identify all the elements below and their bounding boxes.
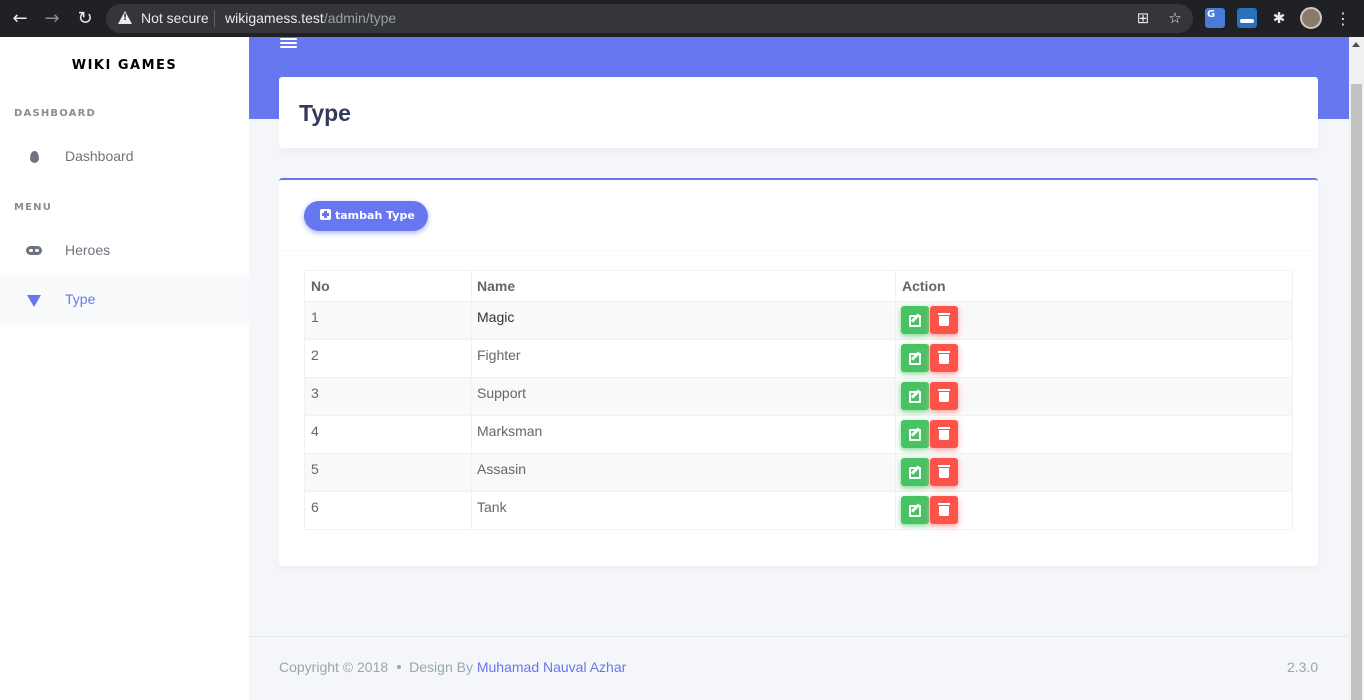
menu-header-menu: MENU: [14, 202, 53, 213]
cell-no: 1: [304, 301, 472, 340]
url-text[interactable]: wikigamess.test/admin/type: [225, 10, 396, 26]
table-row: 6 Tank: [304, 491, 1293, 530]
page-scrollbar[interactable]: [1349, 37, 1364, 700]
plus-square-icon: [320, 209, 331, 220]
cell-name: Tank: [471, 491, 896, 530]
edit-icon[interactable]: [901, 420, 929, 448]
cell-action: [895, 339, 1293, 378]
forward-icon[interactable]: →: [41, 8, 63, 30]
column-header-name: Name: [471, 270, 896, 302]
cell-action: [895, 415, 1293, 454]
url-path: /admin/type: [323, 10, 397, 26]
trash-icon[interactable]: [930, 496, 958, 524]
card-header: tambah Type: [279, 180, 1318, 251]
sidebar-item-label: Heroes: [65, 242, 111, 258]
trash-icon[interactable]: [930, 382, 958, 410]
brand-logo[interactable]: WIKI GAMES: [0, 58, 249, 73]
edit-icon[interactable]: [901, 344, 929, 372]
type-table: No Name Action 1 Magic 2 Fighter 3 Suppo…: [304, 270, 1293, 530]
url-host: wikigamess.test: [225, 10, 324, 26]
footer-version: 2.3.0: [1287, 659, 1319, 675]
edit-icon[interactable]: [901, 458, 929, 486]
table-row: 5 Assasin: [304, 453, 1293, 492]
table-row: 4 Marksman: [304, 415, 1293, 454]
edit-icon[interactable]: [901, 382, 929, 410]
footer-author-link[interactable]: Muhamad Nauval Azhar: [477, 659, 626, 675]
menu-header-dashboard: DASHBOARD: [14, 108, 97, 119]
trash-icon[interactable]: [930, 420, 958, 448]
edit-icon[interactable]: [901, 306, 929, 334]
browser-toolbar: ← → ↻ Not secure wikigamess.test/admin/t…: [0, 0, 1364, 37]
cell-action: [895, 453, 1293, 492]
page-title: Type: [299, 100, 351, 126]
cell-name: Fighter: [471, 339, 896, 378]
vuejs-icon: [27, 295, 41, 307]
table-row: 2 Fighter: [304, 339, 1293, 378]
sidebar-item-label: Type: [65, 291, 96, 307]
cell-name: Assasin: [471, 453, 896, 492]
cell-no: 4: [304, 415, 472, 454]
footer-divider: [249, 636, 1349, 637]
extensions-puzzle-icon[interactable]: ✱: [1269, 8, 1289, 28]
column-header-action: Action: [895, 270, 1293, 302]
cell-no: 5: [304, 453, 472, 492]
cell-no: 3: [304, 377, 472, 416]
add-type-button[interactable]: tambah Type: [304, 201, 428, 231]
table-row: 3 Support: [304, 377, 1293, 416]
footer-design-by: Design By: [409, 659, 473, 675]
section-header: Type: [279, 77, 1318, 148]
bullet-separator: [397, 664, 402, 669]
edit-icon[interactable]: [901, 496, 929, 524]
hamburger-menu-icon[interactable]: [280, 38, 297, 48]
translate-page-icon[interactable]: ⊞: [1134, 9, 1152, 27]
address-bar[interactable]: Not secure wikigamess.test/admin/type ⊞ …: [106, 4, 1193, 33]
cell-action: [895, 491, 1293, 530]
warning-icon: [118, 11, 132, 24]
security-label: Not secure: [141, 10, 209, 26]
table-header-row: No Name Action: [304, 270, 1293, 302]
cell-action: [895, 301, 1293, 340]
sidebar-item-label: Dashboard: [65, 148, 134, 164]
divider: [214, 10, 215, 27]
sidebar-item-type[interactable]: Type: [0, 275, 249, 325]
fire-icon: [30, 151, 39, 163]
extension-icon[interactable]: [1237, 8, 1257, 28]
sidebar: WIKI GAMES DASHBOARD Dashboard MENU Hero…: [0, 37, 249, 700]
sidebar-item-dashboard[interactable]: Dashboard: [0, 132, 249, 182]
trash-icon[interactable]: [930, 344, 958, 372]
mask-icon: [26, 246, 42, 255]
cell-name: Marksman: [471, 415, 896, 454]
cell-name: Magic: [471, 301, 896, 340]
scroll-up-icon[interactable]: [1352, 42, 1360, 47]
back-icon[interactable]: ←: [9, 8, 31, 30]
cell-name: Support: [471, 377, 896, 416]
sidebar-item-heroes[interactable]: Heroes: [0, 226, 249, 276]
table-row: 1 Magic: [304, 301, 1293, 340]
google-translate-extension-icon[interactable]: [1205, 8, 1225, 28]
bookmark-star-icon[interactable]: ☆: [1166, 9, 1184, 27]
cell-no: 2: [304, 339, 472, 378]
browser-menu-icon[interactable]: ⋮: [1335, 8, 1351, 30]
footer-copyright: Copyright © 2018: [279, 659, 389, 675]
profile-avatar[interactable]: [1300, 7, 1322, 29]
cell-no: 6: [304, 491, 472, 530]
add-type-button-label: tambah Type: [335, 209, 415, 222]
footer-credits: Copyright © 2018 Design By Muhamad Nauval…: [279, 659, 626, 675]
trash-icon[interactable]: [930, 458, 958, 486]
trash-icon[interactable]: [930, 306, 958, 334]
cell-action: [895, 377, 1293, 416]
column-header-no: No: [304, 270, 472, 302]
scrollbar-thumb[interactable]: [1351, 84, 1362, 700]
reload-icon[interactable]: ↻: [74, 8, 96, 30]
